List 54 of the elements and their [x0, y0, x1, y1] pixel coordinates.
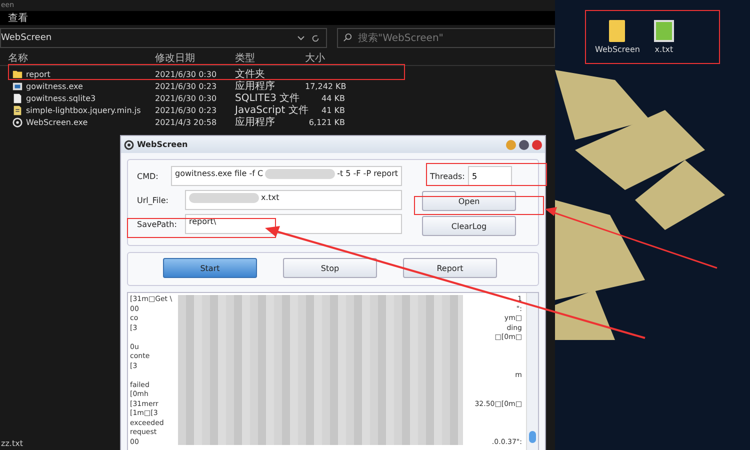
refresh-icon[interactable] [311, 34, 320, 42]
input-field[interactable]: x.txt [185, 190, 402, 210]
button[interactable]: Report [403, 258, 497, 278]
field-label: Threads: [429, 172, 466, 180]
type-cell-text: 文件夹 [235, 68, 266, 80]
date-cell-text: 2021/6/30 0:30 [155, 70, 218, 78]
address-bar[interactable]: WebScreen [0, 28, 327, 48]
maximize-button[interactable] [519, 140, 529, 150]
scrollbar[interactable] [526, 293, 538, 450]
search-icon [343, 33, 352, 42]
field-label: Url_File: [136, 196, 170, 204]
document-icon [12, 92, 23, 104]
application-icon [12, 80, 23, 92]
column-header[interactable]: 类型 [235, 50, 305, 64]
size-cell-text: 41 KB [320, 106, 345, 114]
file-name[interactable]: gowitness.sqlite3 [26, 94, 96, 102]
folder-icon [12, 68, 23, 80]
date-cell-text: 2021/6/30 0:23 [155, 82, 218, 90]
chevron-icon[interactable] [297, 34, 305, 42]
date-cell-text: 2021/6/30 0:23 [155, 106, 218, 114]
size-cell: 17,242 KB [305, 82, 345, 90]
input-field[interactable]: report\ [185, 214, 402, 234]
button[interactable]: ClearLog [422, 216, 516, 236]
threads-field[interactable]: 5 [468, 166, 512, 186]
window-title: WebScreen [137, 140, 188, 149]
field-label: SavePath: [136, 220, 178, 228]
blurred-redaction [265, 169, 336, 179]
script-file-icon [12, 104, 23, 116]
file-name[interactable]: gowitness.exe [26, 82, 83, 90]
file-name[interactable]: simple-lightbox.jquery.min.js [26, 106, 141, 114]
menu-item[interactable]: 查看 [8, 11, 28, 25]
date-cell-text: 2021/4/3 20:58 [155, 118, 218, 126]
blurred-redaction [189, 193, 259, 203]
button[interactable]: Stop [283, 258, 377, 278]
file-name[interactable]: report [26, 70, 50, 78]
size-cell-text: 44 KB [320, 94, 345, 102]
field-label: CMD: [136, 172, 160, 180]
date-cell-text: 2021/6/30 0:30 [155, 94, 218, 102]
file-name[interactable]: WebScreen.exe [26, 118, 88, 126]
button[interactable]: Open [422, 191, 516, 211]
column-header[interactable]: 修改日期 [155, 50, 235, 64]
search-field[interactable]: 搜索"WebScreen" [337, 28, 555, 48]
button[interactable]: Start [163, 258, 257, 278]
size-cell-text: 6,121 KB [308, 118, 345, 126]
input-field[interactable]: gowitness.exe file -f C -t 5 -F -P report [171, 166, 402, 186]
file-name[interactable]: zz.txt [0, 439, 23, 450]
type-cell-text: SQLITE3 文件 [235, 92, 301, 104]
address-text: WebScreen [1, 33, 53, 43]
type-cell-text: 应用程序 [235, 80, 276, 93]
app-icon [124, 140, 134, 150]
column-header[interactable]: 名称 [8, 50, 155, 64]
column-header[interactable]: 大小 [305, 50, 345, 64]
type-cell-text: 应用程序 [235, 116, 276, 129]
close-button[interactable] [532, 140, 542, 150]
